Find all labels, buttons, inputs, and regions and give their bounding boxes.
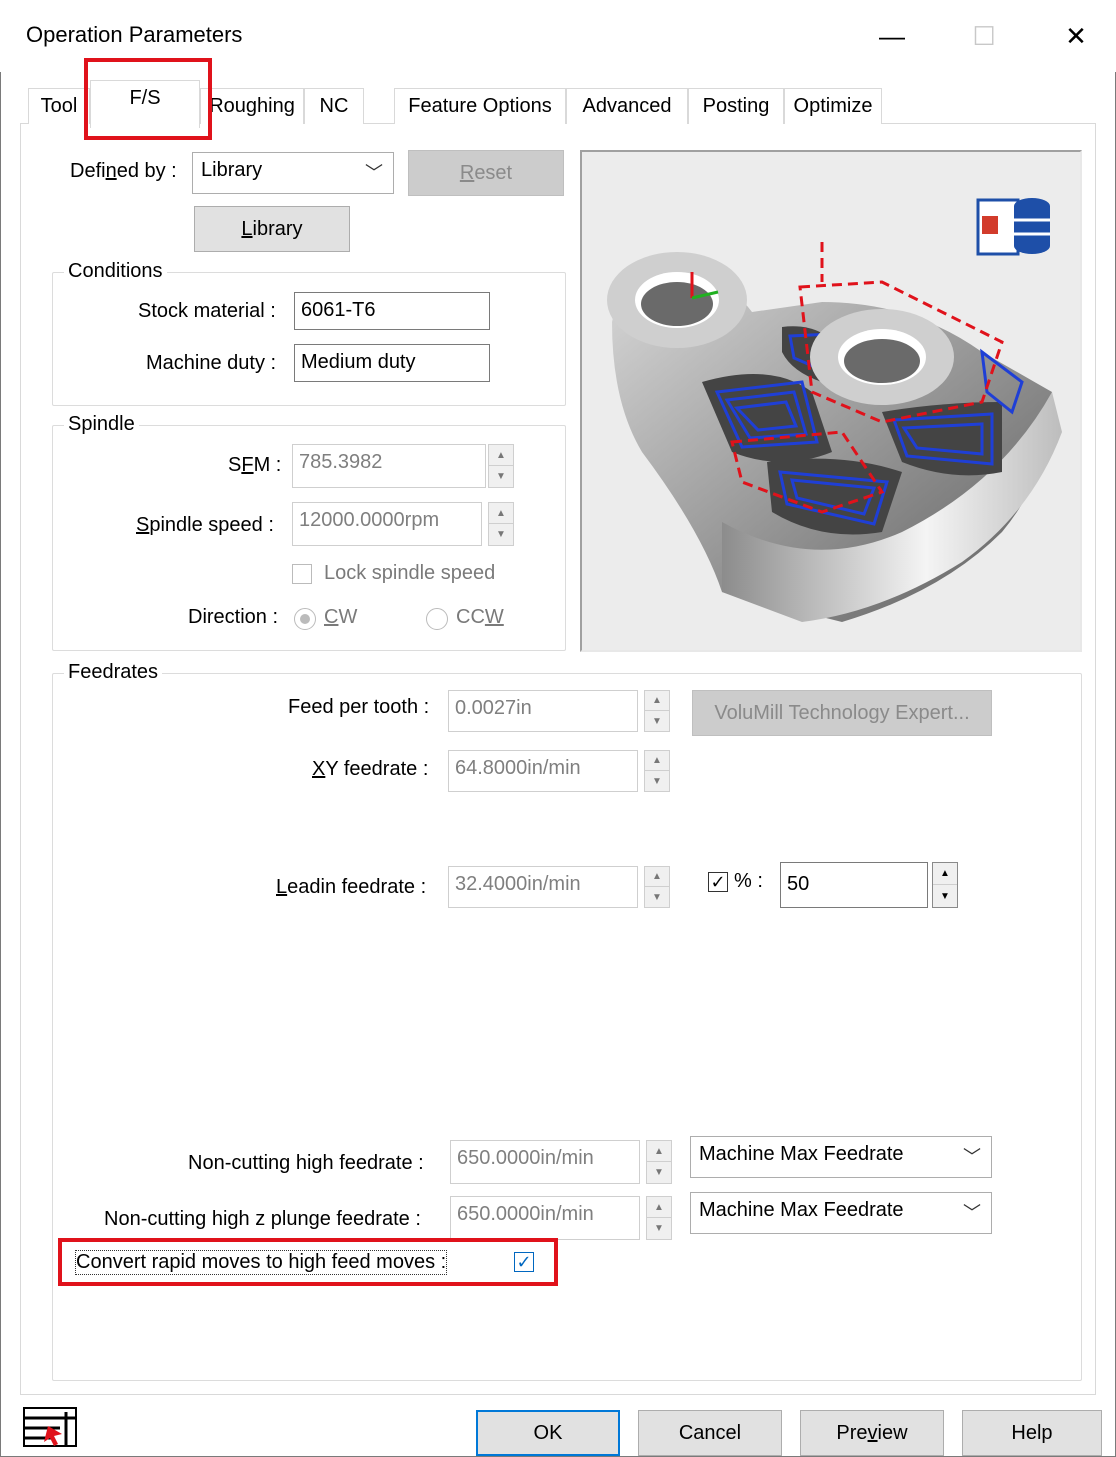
noncutting-z-plunge-label: Non-cutting high z plunge feedrate : bbox=[104, 1208, 421, 1230]
tab-label: NC bbox=[319, 95, 349, 117]
tab-feature-options[interactable]: Feature Options bbox=[394, 88, 566, 124]
spin-up-icon[interactable]: ▲ bbox=[933, 863, 957, 885]
xy-feedrate-spinner[interactable]: ▲ ▼ bbox=[644, 750, 670, 792]
close-button[interactable]: ✕ bbox=[1046, 14, 1106, 58]
tab-roughing[interactable]: Roughing bbox=[200, 88, 304, 124]
sfm-spinner[interactable]: ▲ ▼ bbox=[488, 444, 514, 488]
tab-label: Optimize bbox=[793, 95, 873, 117]
machine-duty-field[interactable]: Medium duty bbox=[294, 344, 490, 382]
leadin-percent-spinner[interactable]: ▲ ▼ bbox=[932, 862, 958, 908]
spin-down-icon[interactable]: ▼ bbox=[645, 887, 669, 907]
tab-advanced[interactable]: Advanced bbox=[566, 88, 688, 124]
tab-label: Feature Options bbox=[408, 95, 552, 117]
spin-down-icon[interactable]: ▼ bbox=[647, 1162, 671, 1183]
ccw-label: CCW bbox=[456, 606, 504, 628]
sfm-label: SFM : bbox=[228, 454, 282, 476]
spin-up-icon[interactable]: ▲ bbox=[647, 1197, 671, 1218]
cw-radio[interactable] bbox=[294, 608, 316, 630]
noncutting-z-plunge-mode-select[interactable]: Machine Max Feedrate ﹀ bbox=[690, 1192, 992, 1234]
spindle-speed-field[interactable]: 12000.0000rpm bbox=[292, 502, 482, 546]
direction-label: Direction : bbox=[188, 606, 279, 628]
feed-per-tooth-field[interactable]: 0.0027in bbox=[448, 690, 638, 732]
leadin-feedrate-field[interactable]: 32.4000in/min bbox=[448, 866, 638, 908]
spin-up-icon[interactable]: ▲ bbox=[645, 691, 669, 711]
operation-preview-image bbox=[580, 150, 1082, 652]
xy-feedrate-label: XY feedrate : bbox=[312, 758, 429, 780]
xy-feedrate-field[interactable]: 64.8000in/min bbox=[448, 750, 638, 792]
window-title: Operation Parameters bbox=[26, 22, 243, 47]
spin-down-icon[interactable]: ▼ bbox=[645, 711, 669, 731]
minimize-button[interactable]: — bbox=[862, 14, 922, 58]
reset-button[interactable]: Reset bbox=[408, 150, 564, 196]
statusbar-toggle-icon[interactable] bbox=[22, 1404, 82, 1450]
defined-by-select[interactable]: Library ﹀ bbox=[192, 152, 394, 194]
chevron-down-icon: ﹀ bbox=[963, 1147, 981, 1167]
convert-rapid-checkbox[interactable]: ✓ bbox=[514, 1252, 534, 1272]
spin-up-icon[interactable]: ▲ bbox=[489, 503, 513, 524]
leadin-percent-checkbox[interactable]: ✓ bbox=[708, 872, 728, 892]
convert-rapid-label: Convert rapid moves to high feed moves : bbox=[74, 1250, 448, 1275]
noncutting-high-feedrate-spinner[interactable]: ▲ ▼ bbox=[646, 1140, 672, 1184]
noncutting-z-plunge-spinner[interactable]: ▲ ▼ bbox=[646, 1196, 672, 1240]
spin-down-icon[interactable]: ▼ bbox=[645, 771, 669, 791]
ok-button[interactable]: OK bbox=[476, 1410, 620, 1456]
chevron-down-icon: ﹀ bbox=[963, 1203, 981, 1223]
conditions-title: Conditions bbox=[64, 260, 167, 283]
tab-posting[interactable]: Posting bbox=[688, 88, 784, 124]
tab-label: Tool bbox=[40, 95, 78, 117]
preview-button[interactable]: Pre v iew bbox=[800, 1410, 944, 1456]
spin-up-icon[interactable]: ▲ bbox=[647, 1141, 671, 1162]
tab-tool[interactable]: Tool bbox=[28, 88, 90, 124]
volumill-technology-expert-button[interactable]: VoluMill Technology Expert... bbox=[692, 690, 992, 736]
spin-down-icon[interactable]: ▼ bbox=[933, 885, 957, 907]
noncutting-high-feedrate-field[interactable]: 650.0000in/min bbox=[450, 1140, 640, 1184]
tab-optimize[interactable]: Optimize bbox=[784, 88, 882, 124]
stock-material-field[interactable]: 6061-T6 bbox=[294, 292, 490, 330]
stock-material-label: Stock material : bbox=[138, 300, 276, 322]
noncutting-high-feedrate-mode-select[interactable]: Machine Max Feedrate ﹀ bbox=[690, 1136, 992, 1178]
defined-by-label: Defined by : bbox=[70, 160, 177, 182]
fs-tab-highlight bbox=[84, 58, 212, 140]
spin-down-icon[interactable]: ▼ bbox=[489, 466, 513, 487]
machine-duty-label: Machine duty : bbox=[146, 352, 277, 374]
library-button[interactable]: Library bbox=[194, 206, 350, 252]
maximize-button[interactable]: ☐ bbox=[954, 14, 1014, 58]
noncutting-z-plunge-field[interactable]: 650.0000in/min bbox=[450, 1196, 640, 1240]
tab-nc[interactable]: NC bbox=[304, 88, 364, 124]
feed-per-tooth-spinner[interactable]: ▲ ▼ bbox=[644, 690, 670, 732]
noncutting-high-feedrate-label: Non-cutting high feedrate : bbox=[188, 1152, 424, 1174]
ccw-radio[interactable] bbox=[426, 608, 448, 630]
noncutting-high-feedrate-mode-value: Machine Max Feedrate bbox=[699, 1143, 904, 1165]
feed-per-tooth-label: Feed per tooth : bbox=[288, 696, 430, 718]
feedrates-title: Feedrates bbox=[64, 661, 163, 684]
spindle-speed-spinner[interactable]: ▲ ▼ bbox=[488, 502, 514, 546]
tab-label: Posting bbox=[702, 95, 770, 117]
spin-up-icon[interactable]: ▲ bbox=[645, 751, 669, 771]
leadin-feedrate-spinner[interactable]: ▲ ▼ bbox=[644, 866, 670, 908]
sfm-field[interactable]: 785.3982 bbox=[292, 444, 486, 488]
lock-spindle-label: Lock spindle speed bbox=[324, 562, 496, 584]
spindle-title: Spindle bbox=[64, 413, 139, 436]
leadin-feedrate-label: Leadin feedrate : bbox=[276, 876, 427, 898]
spin-up-icon[interactable]: ▲ bbox=[645, 867, 669, 887]
leadin-percent-field[interactable]: 50 bbox=[780, 862, 928, 908]
cancel-button[interactable]: Cancel bbox=[638, 1410, 782, 1456]
spin-down-icon[interactable]: ▼ bbox=[647, 1218, 671, 1239]
help-button[interactable]: Help bbox=[962, 1410, 1102, 1456]
spin-up-icon[interactable]: ▲ bbox=[489, 445, 513, 466]
tab-label: Advanced bbox=[582, 95, 672, 117]
tab-label: Roughing bbox=[209, 95, 295, 117]
cw-label: CW bbox=[324, 606, 358, 628]
noncutting-z-plunge-mode-value: Machine Max Feedrate bbox=[699, 1199, 904, 1221]
spin-down-icon[interactable]: ▼ bbox=[489, 524, 513, 545]
defined-by-value: Library bbox=[201, 159, 263, 181]
percent-label: % : bbox=[734, 870, 763, 892]
spindle-speed-label: Spindle speed : bbox=[136, 514, 274, 536]
chevron-down-icon: ﹀ bbox=[365, 163, 383, 183]
lock-spindle-checkbox[interactable] bbox=[292, 564, 312, 584]
